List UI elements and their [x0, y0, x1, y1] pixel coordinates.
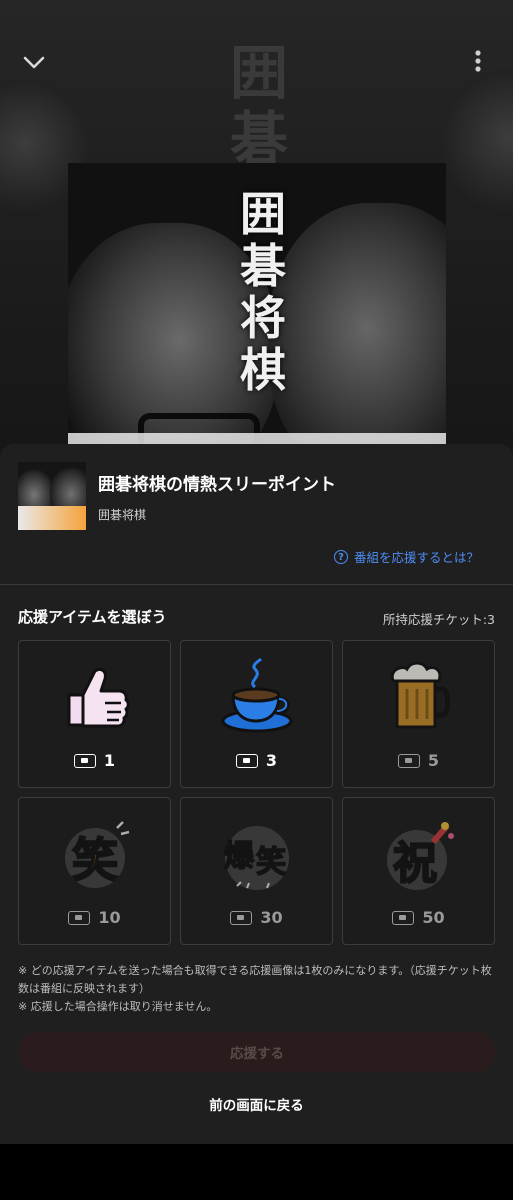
ticket-icon — [68, 910, 91, 925]
cover-title-vertical: 囲 碁 将 棋 — [233, 188, 293, 396]
big-laugh-stamp-text-1: 爆 — [224, 839, 255, 874]
support-item-coffee[interactable]: 3 — [180, 640, 333, 788]
ticket-icon — [230, 910, 253, 925]
chevron-down-icon — [23, 56, 45, 69]
item-cost-value: 10 — [98, 908, 121, 927]
ticket-icon — [235, 753, 258, 768]
cheer-button[interactable]: 応援する — [18, 1032, 496, 1072]
item-cost: 30 — [181, 908, 332, 927]
beer-mug-icon — [390, 661, 450, 729]
support-item-thumbs-up[interactable]: 1 — [18, 640, 171, 788]
item-cost-value: 3 — [265, 751, 278, 770]
support-item-beer[interactable]: 5 — [342, 640, 495, 788]
program-thumbnail — [18, 462, 86, 530]
big-laugh-stamp-text-2: 笑 — [256, 845, 286, 880]
note-single-image: ※ どの応援アイテムを送った場合も取得できる応援画像は1枚のみになります。（応援… — [18, 964, 492, 995]
item-cost: 50 — [343, 908, 494, 927]
owned-tickets-count: 所持応援チケット:3 — [382, 612, 495, 627]
cover-title-char: 囲 — [240, 187, 286, 241]
laugh-stamp-icon: 笑 — [65, 821, 130, 888]
item-cost-value: 30 — [260, 908, 283, 927]
help-link-label: 番組を応援するとは？ — [354, 550, 480, 565]
item-cost: 10 — [19, 908, 170, 927]
support-item-celebrate[interactable]: 祝 50 — [342, 797, 495, 945]
background-kanji: 囲 碁 — [224, 40, 294, 172]
support-item-laugh[interactable]: 笑 10 — [18, 797, 171, 945]
item-cost: 5 — [343, 751, 494, 770]
item-cost-value: 1 — [103, 751, 116, 770]
note-irreversible: ※ 応援した場合操作は取り消せません。 — [18, 1000, 218, 1013]
question-circle-icon: ? — [334, 549, 348, 564]
more-options-button[interactable] — [466, 46, 490, 78]
support-bottom-sheet: 囲碁将棋の情熱スリーポイント 囲碁将棋 ? 番組を応援するとは？ 応援アイテムを… — [0, 444, 513, 1144]
thumbs-up-icon — [67, 667, 130, 728]
ticket-icon — [392, 910, 415, 925]
hero-background: 囲 碁 囲 碁 将 棋 — [0, 0, 513, 470]
divider — [0, 584, 513, 585]
coffee-cup-icon — [221, 657, 293, 733]
more-vertical-icon — [475, 50, 481, 72]
item-cost-value: 50 — [422, 908, 445, 927]
what-is-support-link[interactable]: ? 番組を応援するとは？ — [334, 547, 479, 566]
program-title: 囲碁将棋の情熱スリーポイント — [98, 475, 336, 495]
support-item-big-laugh[interactable]: 爆 笑 30 — [180, 797, 333, 945]
item-cost: 3 — [181, 751, 332, 770]
collapse-button[interactable] — [20, 48, 48, 76]
item-cost-value: 5 — [427, 751, 440, 770]
cover-title-char: 碁 — [240, 239, 286, 293]
back-to-previous-button[interactable]: 前の画面に戻る — [0, 1094, 513, 1114]
big-laugh-stamp-icon: 爆 笑 — [223, 826, 289, 890]
support-notes: ※ どの応援アイテムを送った場合も取得できる応援画像は1枚のみになります。（応援… — [18, 962, 496, 1016]
celebrate-stamp-text: 祝 — [393, 838, 437, 889]
channel-name: 囲碁将棋 — [98, 508, 147, 522]
celebrate-stamp-icon: 祝 — [387, 822, 454, 890]
cover-face-right — [268, 203, 446, 463]
ticket-icon — [73, 753, 96, 768]
laugh-stamp-text: 笑 — [72, 833, 118, 887]
cover-title-char: 棋 — [240, 343, 286, 397]
thumbnail-banner — [18, 506, 86, 530]
cover-title-char: 将 — [240, 291, 286, 345]
program-cover-art: 囲 碁 将 棋 — [68, 163, 446, 463]
ticket-icon — [397, 753, 420, 768]
background-kanji-char: 囲 — [229, 39, 288, 107]
section-title: 応援アイテムを選ぼう — [18, 608, 167, 626]
item-cost: 1 — [19, 751, 170, 770]
background-face-right — [440, 70, 513, 220]
